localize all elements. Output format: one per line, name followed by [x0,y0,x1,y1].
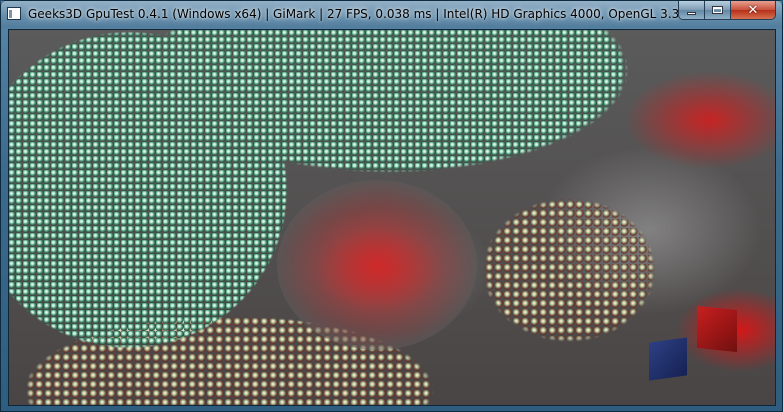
minimize-button[interactable] [678,1,705,20]
close-icon: ✕ [747,2,759,18]
app-window: Geeks3D GpuTest 0.4.1 (Windows x64) | Gi… [0,0,783,412]
window-app-icon[interactable] [7,7,21,20]
blue-cube [649,337,687,381]
minimize-icon [687,11,696,15]
maximize-icon [712,6,723,14]
close-button[interactable]: ✕ [731,1,776,20]
maximize-button[interactable] [705,1,731,20]
caption-buttons: ✕ [678,1,776,21]
red-cube [697,305,737,353]
render-viewport[interactable] [8,29,776,406]
window-title: Geeks3D GpuTest 0.4.1 (Windows x64) | Gi… [28,7,680,21]
particle-vortex-center [277,180,477,350]
title-bar[interactable]: Geeks3D GpuTest 0.4.1 (Windows x64) | Gi… [1,1,782,28]
